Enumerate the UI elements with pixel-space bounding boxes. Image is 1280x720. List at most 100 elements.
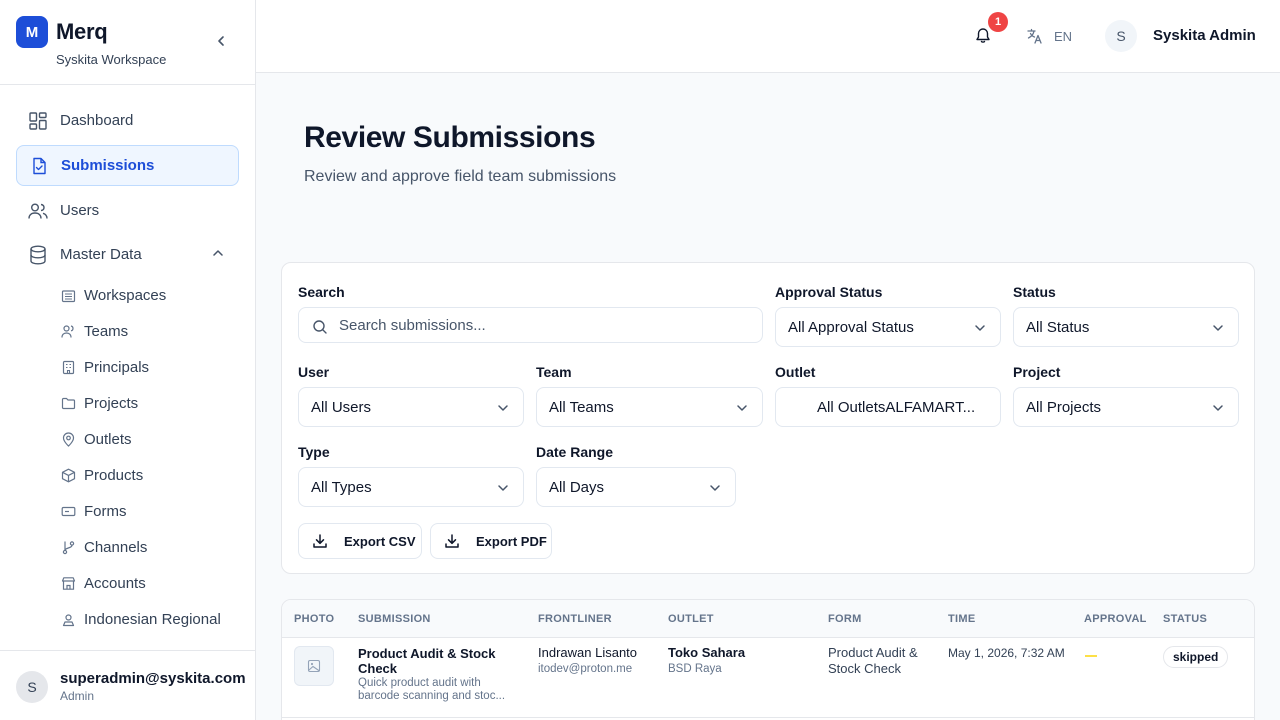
export-pdf-button[interactable]: Export PDF [430, 523, 552, 559]
column-header-submission: SUBMISSION [358, 613, 431, 625]
office-icon [60, 359, 76, 375]
brand-logo[interactable]: M [16, 16, 48, 48]
sidebar-item-users[interactable]: Users [16, 190, 239, 231]
download-icon [313, 534, 327, 548]
sidebar-user-footer[interactable]: S superadmin@syskita.com Admin [0, 650, 255, 720]
sidebar-subitem-accounts[interactable]: Accounts [60, 569, 240, 597]
user-name[interactable]: Syskita Admin [1153, 27, 1256, 44]
sidebar-subitem-projects[interactable]: Projects [60, 389, 240, 417]
photo-thumbnail[interactable] [294, 646, 334, 686]
sidebar-subitem-products[interactable]: Products [60, 461, 240, 489]
users-icon [60, 323, 76, 339]
chevron-down-icon [1213, 405, 1223, 411]
chevron-down-icon [737, 405, 747, 411]
export-csv-button[interactable]: Export CSV [298, 523, 422, 559]
sidebar-subitem-indonesian-regional[interactable]: Indonesian Regional [60, 605, 240, 633]
status-badge: skipped [1163, 646, 1229, 668]
team-select[interactable]: All Teams [536, 387, 763, 427]
sidebar-subitem-label: Indonesian Regional [84, 610, 221, 628]
git-branch-icon [60, 539, 76, 555]
sidebar-subitem-channels[interactable]: Channels [60, 533, 240, 561]
project-label: Project [1013, 364, 1061, 380]
date-range-label: Date Range [536, 444, 614, 460]
search-input[interactable]: Search submissions... [298, 307, 763, 343]
sidebar-subitem-forms[interactable]: Forms [60, 497, 240, 525]
brand-name: Merq [56, 19, 108, 44]
date-range-select[interactable]: All Days [536, 467, 736, 507]
column-header-status: STATUS [1163, 613, 1208, 625]
status-value: All Status [1026, 318, 1090, 336]
sidebar-item-submissions[interactable]: Submissions [16, 145, 239, 186]
avatar: S [16, 671, 48, 703]
bell-icon [976, 28, 990, 43]
submission-description: Quick product audit with barcode scannin… [358, 677, 506, 702]
column-header-form: FORM [828, 613, 862, 625]
approval-status-value: All Approval Status [788, 318, 914, 336]
chevron-down-icon [498, 405, 508, 411]
table-header: PHOTO SUBMISSION FRONTLINER OUTLET FORM … [282, 600, 1254, 638]
top-bar: 1 EN S Syskita Admin [256, 0, 1280, 73]
sidebar-subitem-teams[interactable]: Teams [60, 317, 240, 345]
sidebar-subitem-label: Teams [84, 322, 129, 340]
column-header-time: TIME [948, 613, 976, 625]
avatar[interactable]: S [1105, 20, 1137, 52]
outlet-label: Outlet [775, 364, 816, 380]
submission-time: May 1, 2026, 7:32 AM [948, 646, 1065, 660]
folder-icon [60, 395, 76, 411]
workspace-name: Syskita Workspace [56, 52, 167, 67]
submission-title[interactable]: Product Audit & Stock Check [358, 646, 508, 676]
user-select[interactable]: All Users [298, 387, 524, 427]
sidebar-item-dashboard[interactable]: Dashboard [16, 100, 239, 141]
building-icon [60, 287, 76, 303]
outlet-area: BSD Raya [668, 663, 722, 675]
frontliner-name: Indrawan Lisanto [538, 645, 638, 660]
sidebar-subitem-label: Outlets [84, 430, 132, 448]
sidebar-item-label: Users [60, 202, 100, 219]
chevron-down-icon [710, 485, 720, 491]
approval-status-select[interactable]: All Approval Status [775, 307, 1001, 347]
sidebar-subitem-label: Accounts [84, 574, 146, 592]
sidebar-item-label: Dashboard [60, 112, 134, 129]
image-icon [307, 659, 321, 673]
box-icon [60, 467, 76, 483]
database-icon [28, 245, 48, 265]
outlet-value: All OutletsALFAMART... [817, 398, 976, 416]
translate-icon [1027, 28, 1042, 44]
table-row[interactable]: Product Audit & Stock Check Quick produc… [282, 638, 1254, 718]
language-switcher[interactable]: EN [1026, 26, 1072, 46]
user-label: User [298, 364, 330, 380]
status-select[interactable]: All Status [1013, 307, 1239, 347]
chevron-down-icon [498, 485, 508, 491]
status-label: Status [1013, 284, 1056, 300]
page-subtitle: Review and approve field team submission… [304, 168, 617, 185]
sidebar-subitem-principals[interactable]: Principals [60, 353, 240, 381]
sidebar-item-label: Submissions [61, 157, 155, 174]
column-header-photo: PHOTO [294, 613, 335, 625]
form-icon [60, 503, 76, 519]
type-select[interactable]: All Types [298, 467, 524, 507]
user-value: All Users [311, 398, 372, 416]
page-title: Review Submissions [304, 121, 596, 154]
search-icon [313, 320, 327, 334]
map-user-icon [60, 611, 76, 627]
outlet-select[interactable]: All OutletsALFAMART... [775, 387, 1001, 427]
team-value: All Teams [549, 398, 614, 416]
chevron-down-icon [975, 325, 985, 331]
chevron-left-icon [218, 36, 224, 46]
sidebar-subitem-label: Projects [84, 394, 139, 412]
column-header-outlet: OUTLET [668, 613, 714, 625]
sidebar-subitem-label: Products [84, 466, 144, 484]
sidebar-item-label: Master Data [60, 246, 142, 263]
export-csv-label: Export CSV [344, 533, 416, 549]
collapse-sidebar-button[interactable] [212, 32, 230, 50]
sidebar-subitem-label: Forms [84, 502, 127, 520]
project-select[interactable]: All Projects [1013, 387, 1239, 427]
filters-card: Search Search submissions... Approval St… [281, 262, 1255, 574]
search-label: Search [298, 284, 345, 300]
sidebar-item-master-data[interactable]: Master Data [16, 234, 239, 275]
sidebar-subitem-outlets[interactable]: Outlets [60, 425, 240, 453]
form-name: Product Audit & Stock Check [828, 645, 918, 676]
approval-status-label: Approval Status [775, 284, 883, 300]
project-value: All Projects [1026, 398, 1102, 416]
sidebar-subitem-workspaces[interactable]: Workspaces [60, 281, 240, 309]
